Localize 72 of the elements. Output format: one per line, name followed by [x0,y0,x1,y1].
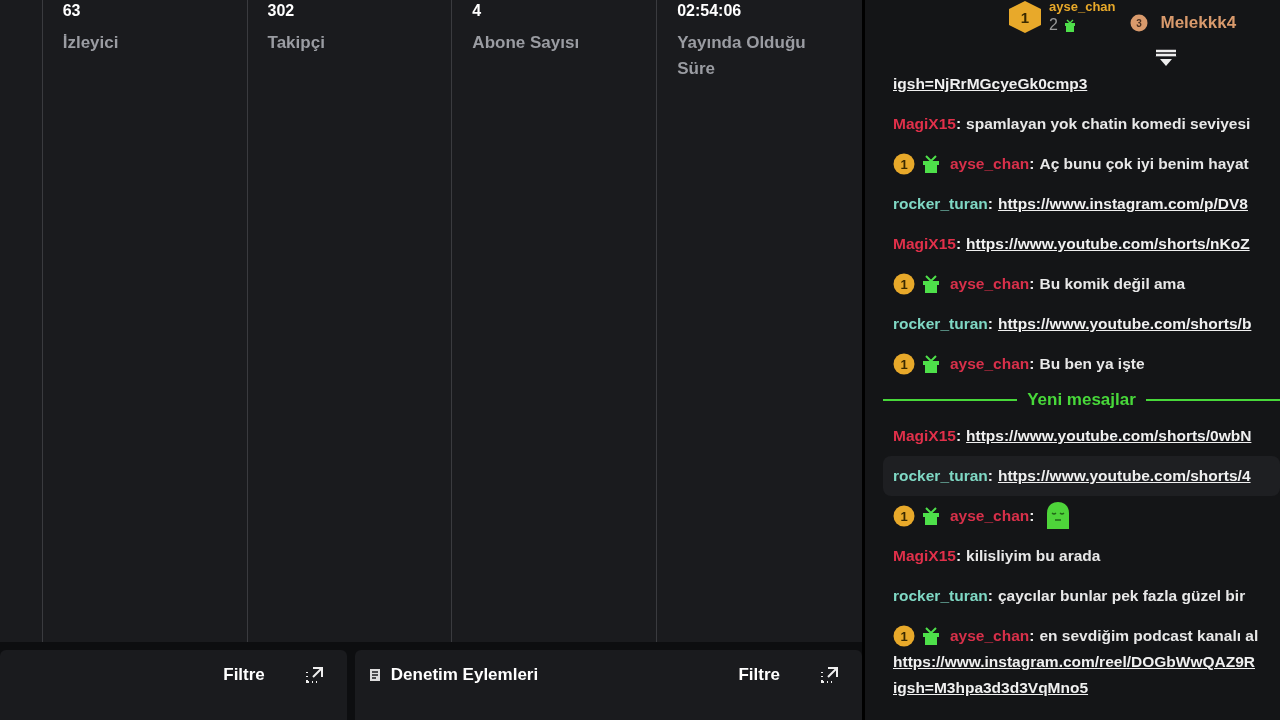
username[interactable]: rocker_turan [893,195,988,213]
chat-link[interactable]: https://www.youtube.com/shorts/4 [997,463,1251,489]
gift-icon [922,275,940,293]
chat-link[interactable]: igsh=M3hpa3d3d3VqMno5 [893,675,1089,701]
gift-icon [922,155,940,173]
colon: : [987,467,993,485]
rank-badge: 1 [893,625,915,647]
colon: : [955,427,962,445]
username[interactable]: MagiX15 [893,547,956,565]
colon: : [1029,275,1035,293]
colon: : [955,547,962,565]
rank-badge: 1 [1007,0,1043,34]
chat-link[interactable]: https://www.instagram.com/p/DV8 [997,191,1248,217]
leader-name: Melekkk4 [1160,13,1237,33]
username[interactable]: MagiX15 [893,427,956,445]
username[interactable]: ayse_chan [950,155,1030,173]
stat-label: Yayında Olduğu Süre [677,32,807,80]
colon: : [987,315,993,333]
chat-link[interactable]: igsh=NjRrMGcyeGk0cmp3 [893,71,1088,97]
username[interactable]: rocker_turan [893,467,988,485]
colon: : [1029,155,1035,173]
colon: : [1029,355,1035,373]
gift-count: 2 [1049,16,1058,34]
stat-value: 4 [472,2,482,20]
stat-value: 02:54:06 [677,2,742,20]
username[interactable]: ayse_chan [950,627,1030,645]
chat-link[interactable]: https://www.youtube.com/shorts/b [997,311,1252,337]
username[interactable]: ayse_chan [950,507,1030,525]
stat-value: 302 [267,2,295,20]
username[interactable]: rocker_turan [893,315,988,333]
rank-badge: 1 [893,273,915,295]
rank-badge: 3 [1129,14,1148,32]
message-text: kilisliyim bu arada [966,547,1101,565]
colon: : [955,235,962,253]
new-messages-divider: Yeni mesajlar [1027,390,1136,410]
stat-label: Takipçi [267,32,325,54]
rank-badge: 1 [893,153,915,175]
gift-icon [1063,18,1076,32]
message-text: Bu ben ya işte [1039,355,1145,373]
panel-title: Denetim Eylemleri [390,665,539,685]
colon: : [955,115,962,133]
stat-value: 63 [62,2,81,20]
rank-badge: 1 [893,505,915,527]
document-icon [368,668,381,682]
stat-label: İzleyici [62,32,119,54]
username[interactable]: MagiX15 [893,115,956,133]
username[interactable]: MagiX15 [893,235,956,253]
filter-button[interactable]: Filtre [738,665,780,685]
message-text: çaycılar bunlar pek fazla güzel bir [997,587,1246,605]
message-text: en sevdiğim podcast kanalı al [1039,627,1259,645]
message-text: Aç bunu çok iyi benim hayat [1039,155,1249,173]
colon: : [987,587,993,605]
chat-link[interactable]: https://www.youtube.com/shorts/nKoZ [966,231,1250,257]
leader-name: ayse_chan [1049,0,1116,14]
pop-out-icon[interactable] [820,665,840,685]
rank-badge: 1 [893,353,915,375]
username[interactable]: ayse_chan [950,355,1030,373]
colon: : [1029,507,1035,525]
stat-label: Abone Sayısı [472,32,580,54]
message-text: spamlayan yok chatin komedi seviyesi [966,115,1251,133]
gift-icon [922,355,940,373]
colon: : [1029,627,1035,645]
colon: : [987,195,993,213]
chat-link[interactable]: https://www.youtube.com/shorts/0wbN [966,423,1252,449]
username[interactable]: rocker_turan [893,587,988,605]
gift-icon [922,507,940,525]
username[interactable]: ayse_chan [950,275,1030,293]
chat-link[interactable]: https://www.instagram.com/reel/DOGbWwQAZ9R [893,649,1255,675]
filter-button[interactable]: Filtre [223,665,265,685]
pop-out-icon[interactable] [304,665,325,685]
message-text: Bu komik değil ama [1039,275,1186,293]
gift-icon [922,627,940,645]
